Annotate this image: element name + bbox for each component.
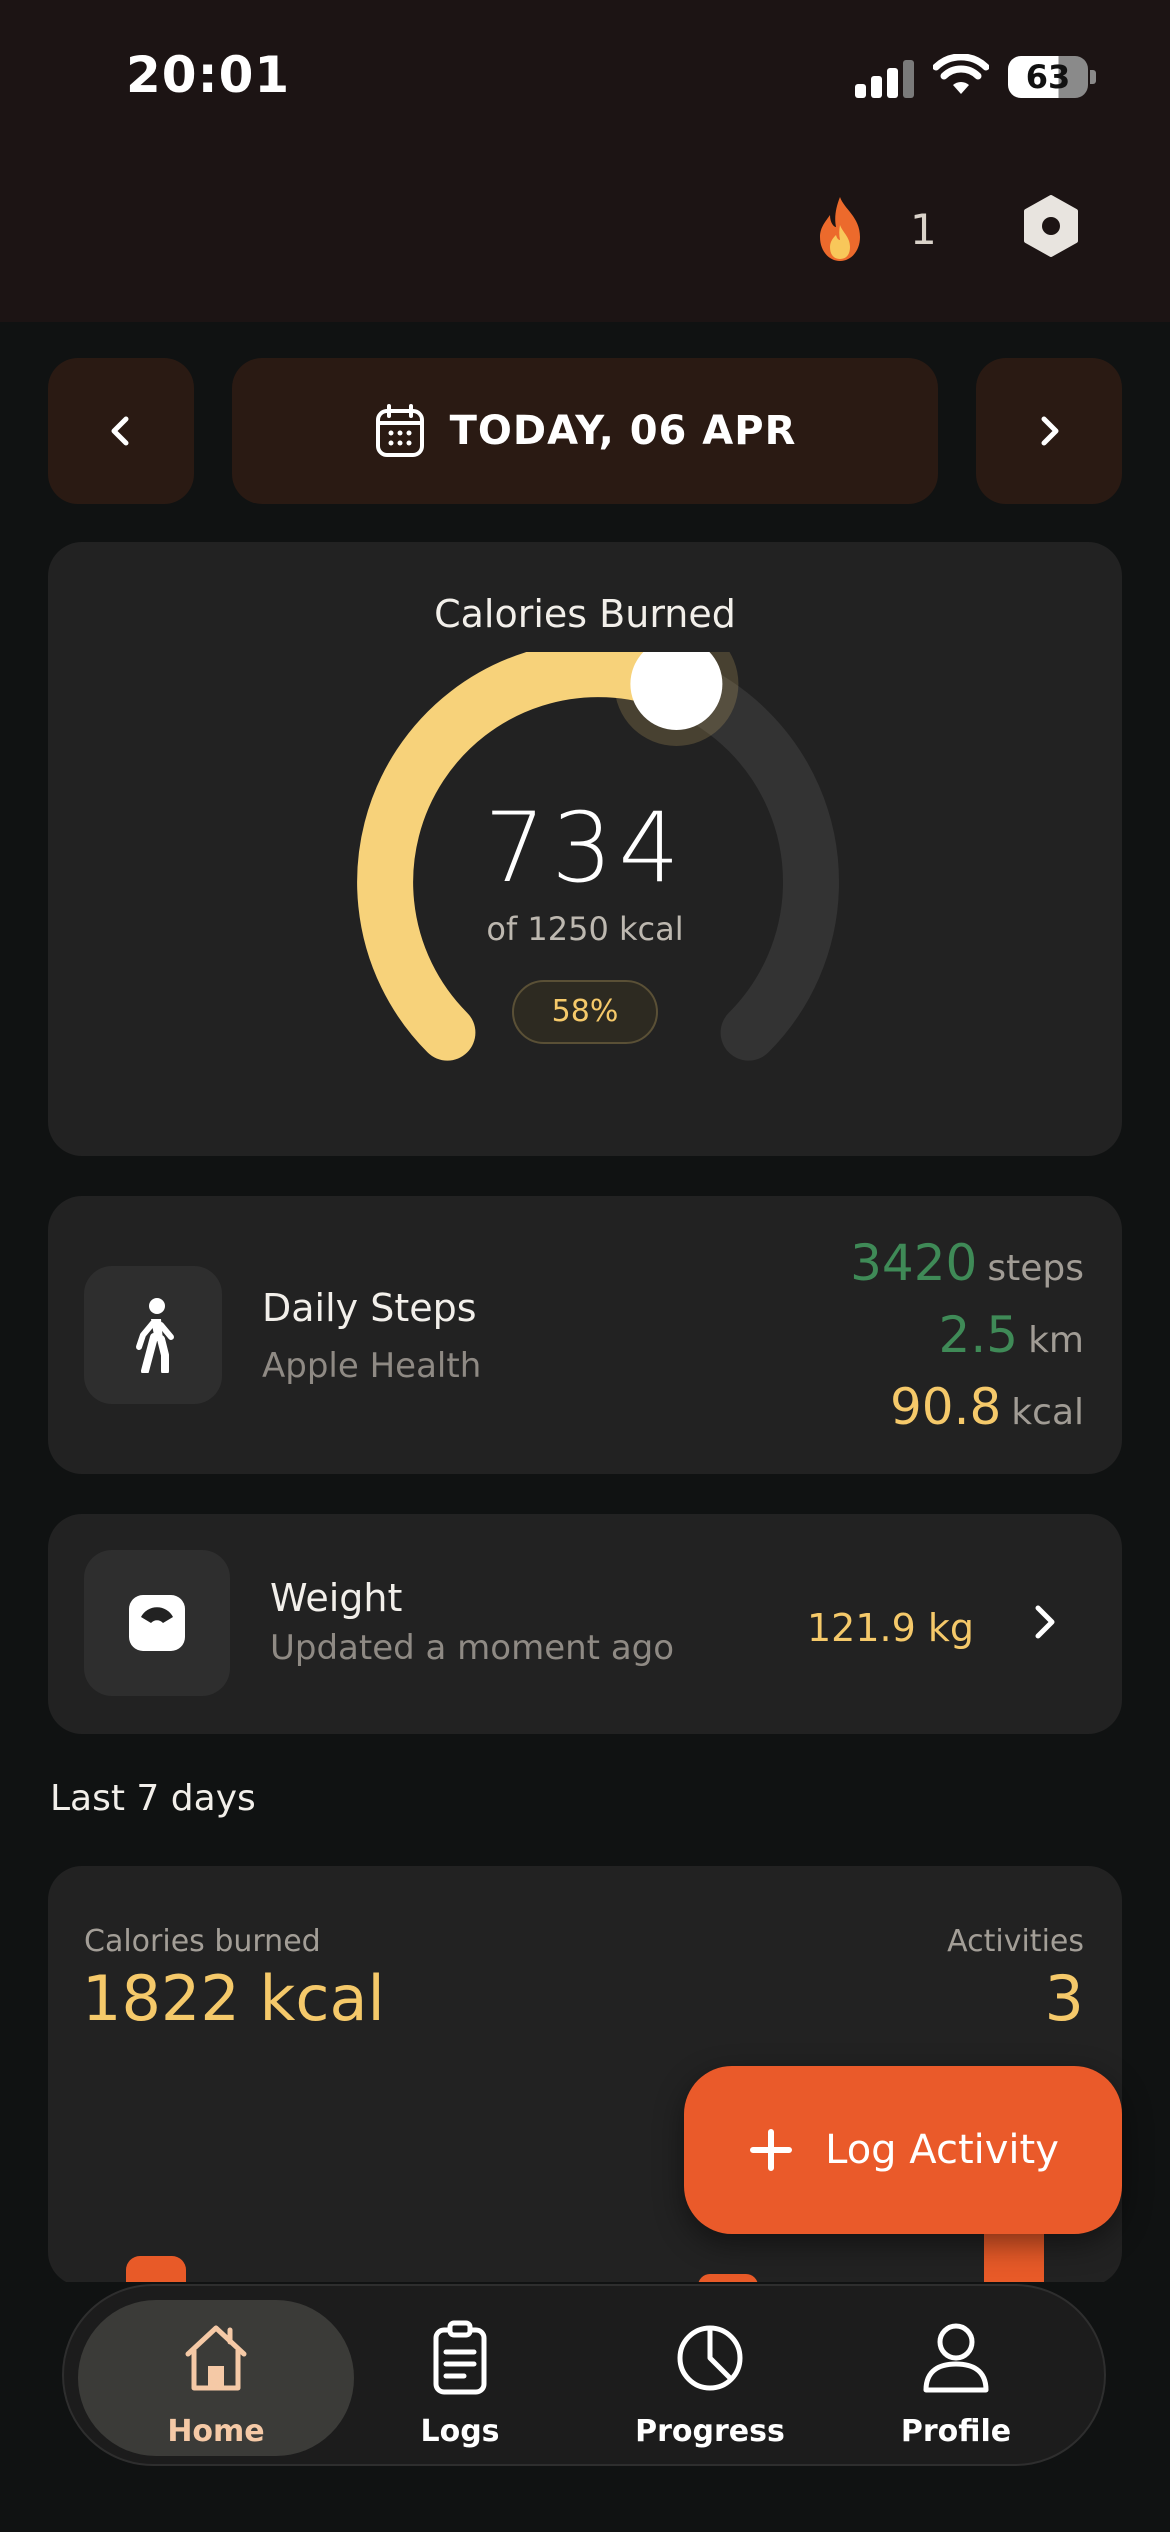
weight-card[interactable]: Weight Updated a moment ago 121.9 kg [48,1514,1122,1734]
tab-profile-label: Profile [900,2414,1012,2449]
chevron-right-icon [1041,416,1059,446]
bottom-tab-bar: Home Logs Progress Profile [62,2284,1106,2466]
cellular-signal-icon [855,58,915,98]
activities-count: 3 [1044,1962,1084,2035]
calories-value: 734 [484,792,686,904]
date-label: TODAY, 06 APR [449,408,797,454]
wifi-icon [933,54,989,94]
steps-title: Daily Steps [262,1286,477,1330]
tab-home[interactable]: Home [136,2296,296,2456]
calories-goal-text: of 1250 kcal [486,910,684,948]
next-day-button[interactable] [976,358,1122,504]
pie-chart-icon [677,2325,743,2391]
weight-icon-tile [84,1550,230,1696]
date-picker-button[interactable]: TODAY, 06 APR [232,358,938,504]
steps-distance-value: 2.5 [938,1306,1019,1364]
streak-count: 1 [910,205,937,254]
settings-gear-icon[interactable] [1020,195,1082,257]
status-time: 20:01 [126,46,291,104]
calendar-icon [375,404,424,457]
calories-burned-total: 1822 kcal [82,1962,385,2035]
last-7-days-label: Last 7 days [50,1778,256,1819]
steps-count-unit: steps [987,1248,1084,1289]
steps-icon-tile [84,1266,222,1404]
chevron-left-icon [111,416,129,446]
clipboard-icon [433,2320,487,2395]
steps-kcal-value: 90.8 [889,1378,1002,1436]
battery-indicator: 63 [1008,56,1088,98]
walking-person-icon [136,1298,174,1373]
tab-logs[interactable]: Logs [380,2296,540,2456]
steps-distance-unit: km [1028,1320,1084,1361]
home-icon [185,2325,247,2391]
tab-progress[interactable]: Progress [630,2296,790,2456]
calories-burned-card: Calories Burned 734 of 1250 kcal 58% [48,542,1122,1156]
plus-icon [750,2129,793,2171]
activities-label: Activities [947,1924,1084,1959]
steps-count-value: 3420 [850,1234,978,1292]
flame-icon[interactable] [812,195,868,263]
chevron-right-icon [1035,1605,1055,1639]
daily-steps-card[interactable]: Daily Steps Apple Health 3420 steps 2.5 km… [48,1196,1122,1474]
scale-icon [129,1595,185,1651]
tab-profile[interactable]: Profile [876,2296,1036,2456]
battery-tip [1090,70,1096,84]
calories-title: Calories Burned [434,592,736,636]
steps-kcal-stat: 90.8 kcal [890,1378,1084,1436]
calories-burned-label: Calories burned [84,1924,321,1959]
previous-day-button[interactable] [48,358,194,504]
log-activity-label: Log Activity [825,2127,1059,2173]
tab-progress-label: Progress [635,2414,785,2449]
person-icon [923,2323,989,2393]
weight-value: 121.9 kg [807,1606,974,1650]
weight-title: Weight [270,1576,403,1620]
steps-distance-stat: 2.5 km [939,1306,1084,1364]
tab-home-label: Home [167,2414,265,2449]
calories-percent-badge: 58% [512,980,658,1044]
log-activity-button[interactable]: Log Activity [684,2066,1122,2234]
steps-kcal-unit: kcal [1011,1392,1084,1433]
weight-subtitle: Updated a moment ago [270,1628,675,1668]
steps-source: Apple Health [262,1346,482,1386]
steps-count-stat: 3420 steps [850,1234,1084,1292]
tab-logs-label: Logs [420,2414,500,2449]
